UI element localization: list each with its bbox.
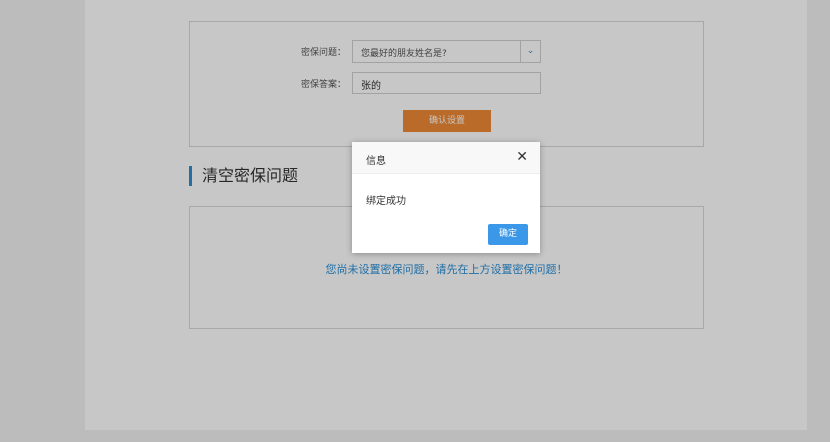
info-dialog: 信息 ✕ 绑定成功 确定 [352, 142, 540, 253]
dialog-message: 绑定成功 [366, 196, 406, 207]
dialog-header: 信息 ✕ [352, 142, 540, 174]
ok-button[interactable]: 确定 [488, 224, 528, 245]
close-icon[interactable]: ✕ [516, 149, 528, 165]
dialog-title: 信息 [366, 156, 386, 167]
